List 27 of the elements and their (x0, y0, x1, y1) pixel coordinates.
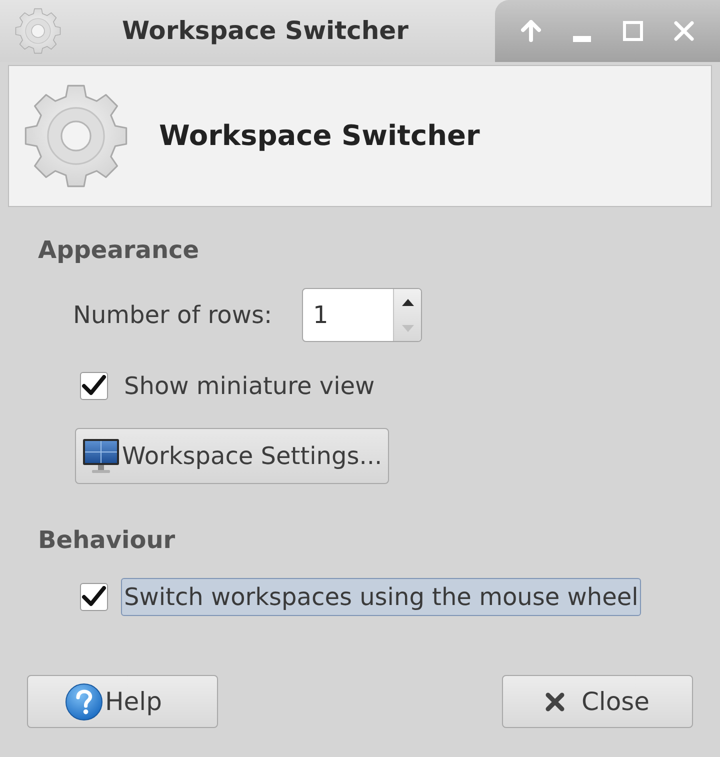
checkmark-icon (82, 586, 106, 608)
header-gear-icon (23, 84, 129, 188)
checkbox-label[interactable]: Switch workspaces using the mouse wheel (121, 578, 642, 616)
maximize-icon (623, 21, 644, 41)
help-icon (65, 682, 103, 720)
window-title: Workspace Switcher (122, 15, 408, 48)
rows-label: Number of rows: (73, 303, 272, 327)
close-button[interactable]: Close (502, 675, 693, 728)
header-title: Workspace Switcher (159, 118, 480, 154)
section-heading: Appearance (38, 236, 200, 264)
checkbox[interactable] (80, 582, 108, 610)
monitor-icon (82, 437, 120, 475)
close-icon (674, 21, 694, 41)
checkbox-label[interactable]: Show miniature view (121, 367, 378, 405)
checkmark-icon (82, 375, 106, 397)
caret-up-icon (402, 298, 414, 306)
arrow-up-icon (520, 20, 541, 42)
rows-value: 1 (312, 300, 330, 331)
minimize-icon (572, 36, 591, 42)
help-button[interactable]: Help (27, 675, 218, 728)
caret-down-icon (402, 324, 414, 332)
section-heading: Behaviour (38, 526, 176, 554)
rows-spin-field[interactable]: 1 (302, 288, 422, 342)
window-gear-icon (15, 8, 61, 54)
checkbox[interactable] (80, 372, 108, 400)
close-icon (545, 692, 566, 712)
workspace-settings-button[interactable]: Workspace Settings... (75, 428, 390, 484)
